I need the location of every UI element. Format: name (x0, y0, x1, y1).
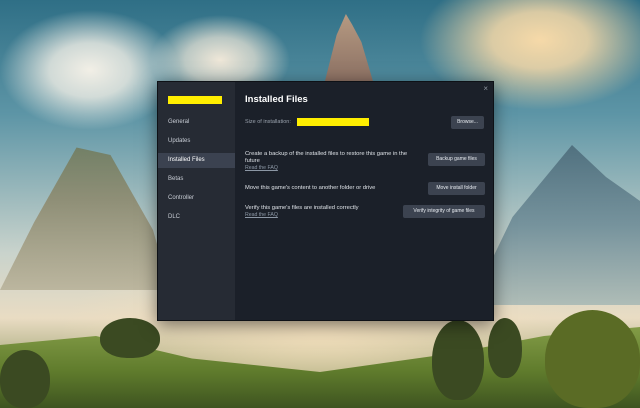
wallpaper-tree (545, 310, 640, 408)
verify-row: Verify this game's files are installed c… (245, 205, 485, 219)
sidebar-item-updates[interactable]: Updates (158, 134, 235, 149)
install-size-row: Size of installation: Browse... (245, 116, 485, 130)
wallpaper-tree (488, 318, 522, 378)
backup-game-files-button[interactable]: Backup game files (428, 153, 485, 166)
sidebar-item-dlc[interactable]: DLC (158, 210, 235, 225)
browse-button[interactable]: Browse... (451, 116, 484, 129)
properties-window: General Updates Installed Files Betas Co… (157, 81, 494, 321)
backup-row: Create a backup of the installed files t… (245, 151, 485, 172)
installed-files-panel: Installed Files Size of installation: Br… (245, 94, 485, 218)
wallpaper-tree (100, 318, 160, 358)
sidebar-nav: General Updates Installed Files Betas Co… (158, 115, 235, 229)
properties-sidebar: General Updates Installed Files Betas Co… (158, 82, 235, 320)
sidebar-item-installed-files[interactable]: Installed Files (158, 153, 235, 168)
close-icon[interactable]: × (483, 84, 488, 93)
wallpaper-tree (0, 350, 50, 408)
wallpaper-tree (432, 320, 484, 400)
verify-description: Verify this game's files are installed c… (245, 205, 359, 211)
page-title: Installed Files (245, 94, 308, 105)
backup-description: Create a backup of the installed files t… (245, 151, 408, 164)
move-install-folder-button[interactable]: Move install folder (428, 182, 485, 195)
move-row: Move this game's content to another fold… (245, 182, 485, 195)
game-title-redacted (168, 96, 222, 104)
verify-integrity-button[interactable]: Verify integrity of game files (403, 205, 485, 218)
install-size-value-redacted (297, 118, 369, 126)
sidebar-item-controller[interactable]: Controller (158, 191, 235, 206)
backup-faq-link[interactable]: Read the FAQ (245, 165, 485, 172)
install-size-label: Size of installation: (245, 119, 291, 125)
sidebar-item-betas[interactable]: Betas (158, 172, 235, 187)
move-description: Move this game's content to another fold… (245, 185, 376, 191)
sidebar-item-general[interactable]: General (158, 115, 235, 130)
